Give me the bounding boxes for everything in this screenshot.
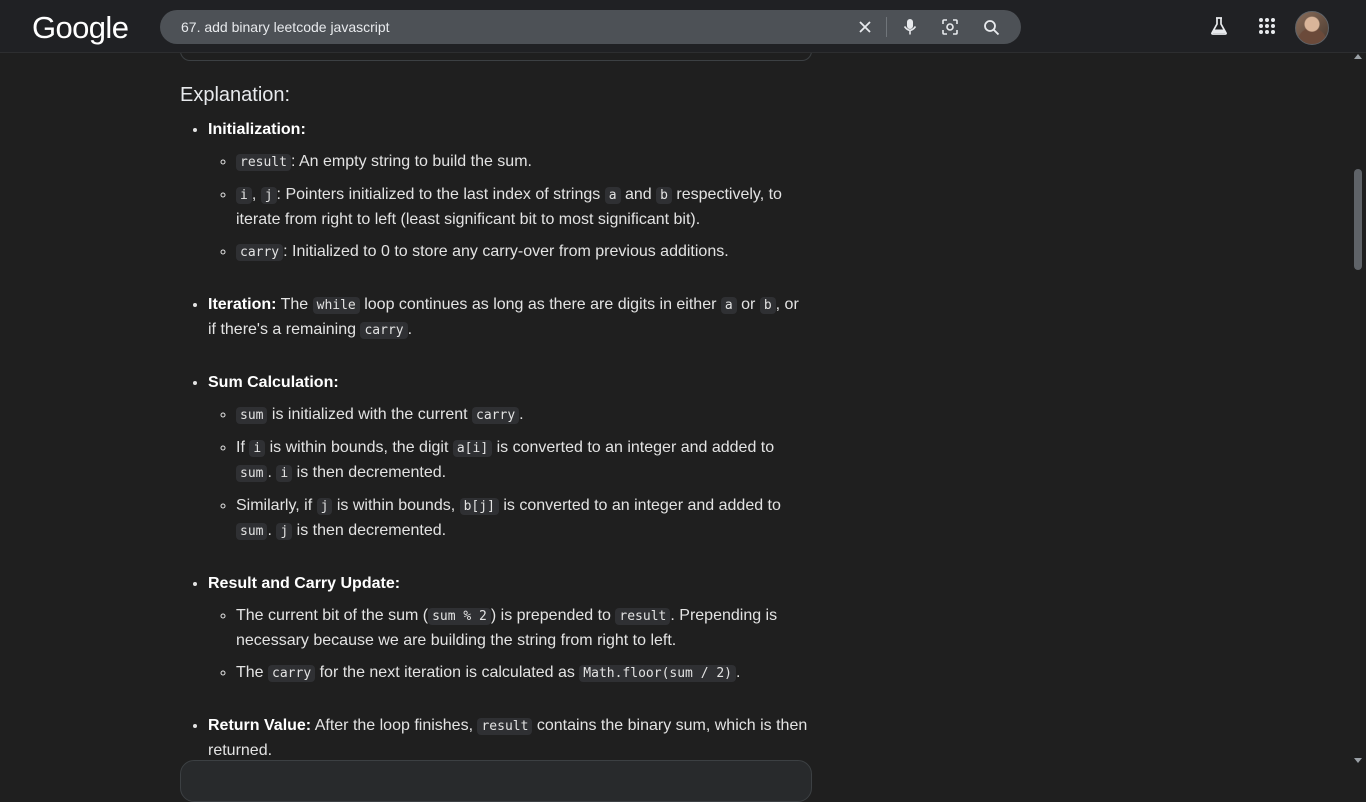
item-text: and [620, 186, 657, 203]
return-value-title: Return Value: [208, 717, 312, 734]
inline-code: result [477, 718, 533, 735]
inline-code: result [615, 608, 671, 625]
inline-code: Math.floor(sum / 2) [579, 665, 737, 682]
explanation-heading: Explanation: [180, 84, 291, 106]
inline-code: i [276, 465, 293, 482]
item-text: The current bit of the sum ( [236, 607, 429, 624]
inline-code: carry [236, 244, 284, 261]
list-item: If i is within bounds, the digit a[i] is… [236, 436, 810, 486]
item-text: The [236, 664, 269, 681]
list-item: result: An empty string to build the sum… [236, 150, 810, 175]
list-item-sum-calculation: Sum Calculation: sum is initialized with… [208, 371, 810, 544]
list-item-result-carry-update: Result and Carry Update: The current bit… [208, 572, 810, 686]
lens-icon[interactable] [939, 16, 961, 38]
inline-code: a [604, 187, 621, 204]
inline-code: sum % 2 [428, 608, 491, 625]
item-text: is within bounds, [332, 497, 460, 514]
result-update-title: Result and Carry Update: [208, 575, 401, 592]
item-text: If [236, 439, 250, 456]
list-item: Similarly, if j is within bounds, b[j] i… [236, 494, 810, 544]
ai-answer-content: Explanation: Initialization: result: An … [180, 80, 810, 791]
list-item: i, j: Pointers initialized to the last i… [236, 183, 810, 232]
inline-code: a [720, 297, 737, 314]
inline-code: b [759, 297, 776, 314]
item-text: The [276, 296, 313, 313]
item-text: : Pointers initialized to the last index… [276, 186, 605, 203]
item-text: ) is prepended to [490, 607, 616, 624]
inline-code: sum [236, 407, 268, 424]
microphone-icon[interactable] [899, 16, 921, 38]
item-text: , [251, 186, 261, 203]
scroll-up-arrow-icon[interactable] [1354, 54, 1362, 59]
item-text: : An empty string to build the sum. [290, 153, 532, 170]
item-text: is then decremented. [292, 464, 447, 481]
scrollbar-thumb[interactable] [1354, 169, 1362, 270]
sum-title: Sum Calculation: [208, 374, 339, 391]
iteration-title: Iteration: [208, 296, 277, 313]
search-divider [886, 17, 887, 37]
item-text: . [736, 664, 741, 681]
list-item: The carry for the next iteration is calc… [236, 661, 810, 686]
item-text: is converted to an integer and added to [492, 439, 775, 456]
inline-code: i [249, 440, 266, 457]
item-text: is initialized with the current [267, 406, 473, 423]
inline-code: sum [236, 465, 268, 482]
clear-icon[interactable] [854, 16, 876, 38]
inline-code: result [236, 154, 291, 171]
item-text: is within bounds, the digit [265, 439, 453, 456]
item-text: After the loop finishes, [311, 717, 478, 734]
inline-code: j [316, 498, 333, 515]
item-text: or [736, 296, 760, 313]
item-text: . [407, 321, 413, 338]
item-text: : Initialized to 0 to store any carry-ov… [283, 243, 729, 260]
account-avatar[interactable] [1295, 11, 1329, 45]
item-text: loop continues as long as there are digi… [359, 296, 721, 313]
inline-code: j [276, 523, 293, 540]
inline-code: b [656, 187, 672, 204]
inline-code: carry [360, 322, 408, 339]
labs-flask-icon[interactable] [1207, 14, 1231, 38]
inline-code: carry [472, 407, 520, 424]
search-box[interactable]: 67. add binary leetcode javascript [160, 10, 1021, 44]
list-item: The current bit of the sum (sum % 2) is … [236, 604, 810, 653]
list-item-return-value: Return Value: After the loop finishes, r… [208, 714, 810, 763]
page-scrollbar[interactable] [1350, 52, 1366, 768]
google-logo[interactable]: Google [32, 10, 129, 46]
initialization-title: Initialization: [208, 121, 306, 138]
item-text: is converted to an integer and added to [498, 497, 781, 514]
item-text: for the next iteration is calculated as [315, 664, 580, 681]
inline-code: i [236, 187, 252, 204]
next-code-block [180, 760, 812, 802]
scroll-down-arrow-icon[interactable] [1354, 758, 1362, 763]
item-text: is then decremented. [292, 522, 447, 539]
search-icon[interactable] [980, 16, 1002, 38]
inline-code: b[j] [459, 498, 499, 515]
item-text: Similarly, if [236, 497, 317, 514]
list-item-iteration: Iteration: The while loop continues as l… [208, 293, 810, 343]
search-input[interactable]: 67. add binary leetcode javascript [181, 10, 390, 44]
apps-grid-icon[interactable] [1255, 14, 1279, 38]
inline-code: while [312, 297, 360, 314]
inline-code: j [260, 187, 277, 204]
list-item: carry: Initialized to 0 to store any car… [236, 240, 810, 265]
explanation-list: Initialization: result: An empty string … [180, 118, 810, 763]
item-text: . [519, 406, 524, 423]
list-item-initialization: Initialization: result: An empty string … [208, 118, 810, 265]
inline-code: sum [236, 523, 268, 540]
inline-code: a[i] [452, 440, 493, 457]
list-item: sum is initialized with the current carr… [236, 403, 810, 428]
inline-code: carry [268, 665, 316, 682]
top-bar: Google 67. add binary leetcode javascrip… [0, 0, 1366, 53]
